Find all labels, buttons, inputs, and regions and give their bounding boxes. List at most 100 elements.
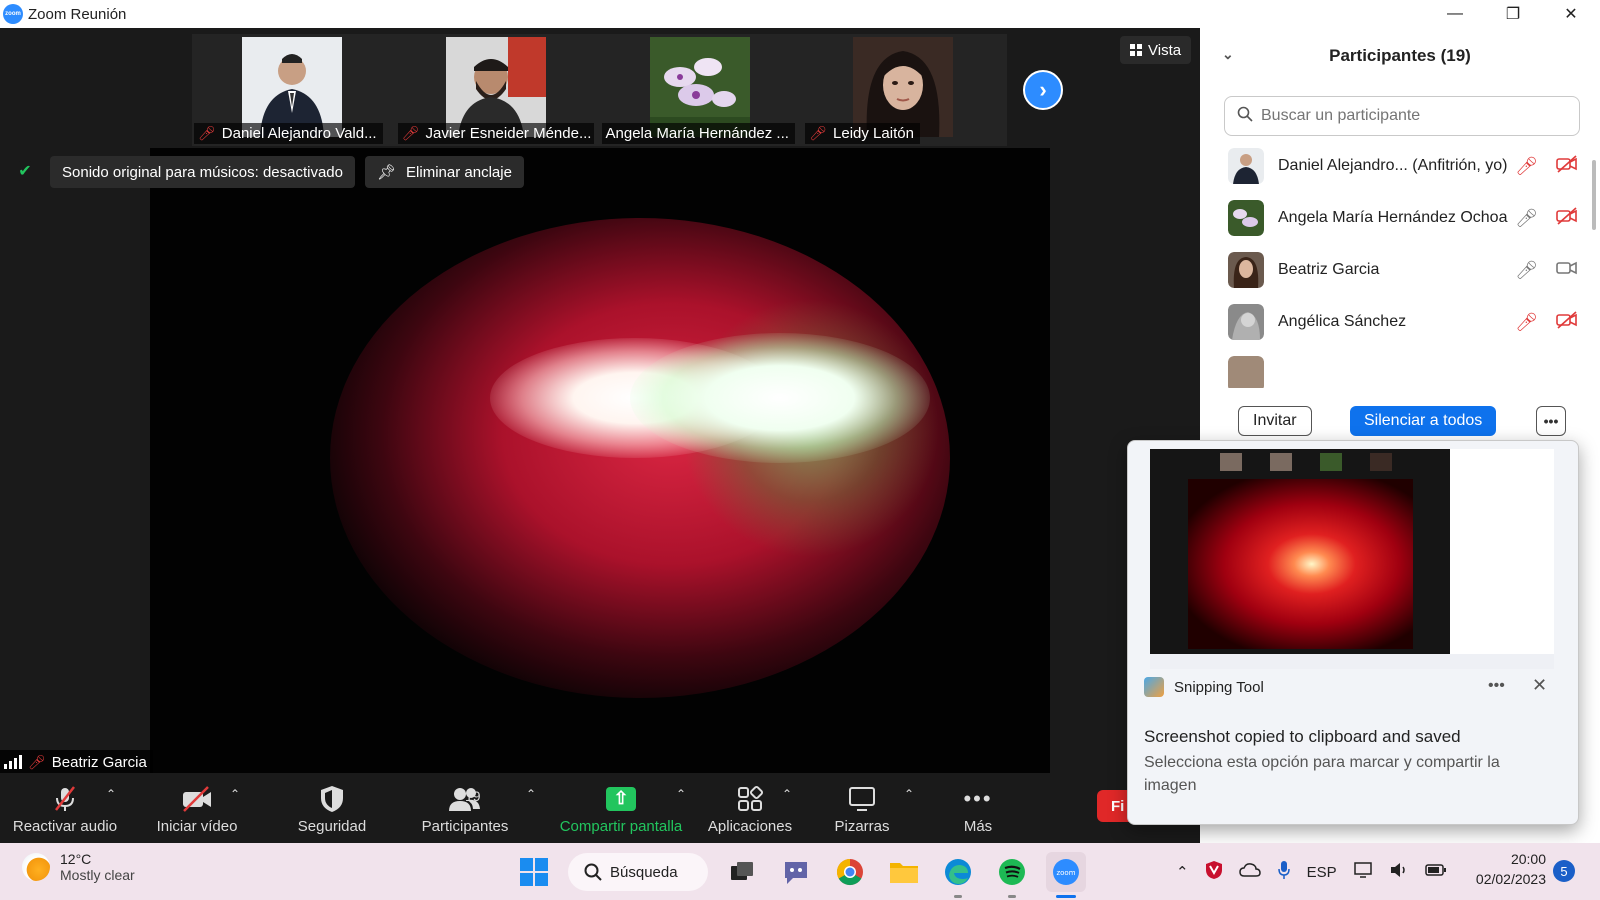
edge-icon[interactable] [938,852,978,898]
meeting-toolbar: Reactivar audio ⌃ Iniciar vídeo ⌃ Seguri… [0,773,1200,843]
whiteboards-button[interactable]: Pizarras [812,773,912,843]
unmute-label: Reactivar audio [12,817,118,835]
participant-name: Angélica Sánchez [1278,313,1407,330]
weather-widget[interactable]: 12°C Mostly clear [22,851,135,883]
start-video-button[interactable]: Iniciar vídeo [142,773,252,843]
participant-row[interactable]: Angélica Sánchez 🎤︎ [1224,296,1580,348]
window-title: Zoom Reunión [28,5,127,23]
notification-badge[interactable]: 5 [1553,860,1575,882]
participant-photo [853,37,954,137]
gallery-strip: 🎤︎ Daniel Alejandro Vald... 🎤︎ Javier Es… [192,34,1007,146]
unmute-button[interactable]: Reactivar audio [10,773,120,843]
chevron-up-icon[interactable]: ⌃ [526,787,536,801]
close-icon[interactable]: ✕ [1532,675,1547,696]
view-button[interactable]: Vista [1120,36,1192,64]
chrome-icon[interactable] [830,852,870,892]
thumbnail-name: Angela María Hernández ... [605,125,789,142]
restore-button[interactable]: ❐ [1484,0,1542,28]
video-off-icon[interactable] [1556,154,1578,178]
grid-icon [1130,44,1142,56]
participants-label: Participantes [421,817,509,835]
video-off-icon [180,782,214,816]
more-dots-icon: ••• [963,785,993,811]
mic-muted-icon[interactable]: 🎤︎ [1515,312,1538,333]
participant-name: Angela María Hernández Ochoa [1278,209,1508,226]
security-button[interactable]: Seguridad [282,773,382,843]
apps-button[interactable]: Aplicaciones [700,773,800,843]
chevron-up-icon[interactable]: ⌃ [676,787,686,801]
toast-app-name: Snipping Tool [1174,678,1264,696]
participant-search[interactable] [1224,96,1580,136]
taskbar-clock[interactable]: 20:00 02/02/2023 [1466,849,1546,889]
participant-thumbnail[interactable]: 🎤︎ Javier Esneider Ménde... [395,34,596,146]
participant-row[interactable]: Beatriz Garcia 🎤︎ [1224,244,1580,296]
pin-icon: 📌︎ [377,164,397,181]
thumbnail-name: Leidy Laitón [833,125,914,142]
video-off-icon[interactable] [1556,310,1578,334]
participant-thumbnail[interactable]: Angela María Hernández ... [599,34,800,146]
mic-muted-icon: 🎤︎ [198,125,216,141]
more-options-icon[interactable]: ••• [1488,677,1505,695]
file-explorer-icon[interactable] [884,852,924,892]
volume-icon[interactable] [1389,861,1409,883]
screenshot-preview[interactable] [1150,449,1554,669]
participant-row[interactable]: Angela María Hernández Ochoa 🎤︎ [1224,192,1580,244]
chevron-down-icon[interactable]: ⌄ [1222,46,1234,63]
people-icon: 19 [425,782,505,816]
close-button[interactable]: ✕ [1542,0,1600,28]
antivirus-icon[interactable] [1205,860,1223,884]
battery-icon[interactable] [1424,863,1447,881]
search-icon [584,863,602,881]
minimize-button[interactable]: — [1426,0,1484,28]
participant-search-input[interactable] [1261,107,1561,125]
snipping-tool-icon [1144,677,1164,697]
zoom-app-icon[interactable]: zoom [1046,852,1086,898]
avatar [1228,252,1264,288]
language-indicator[interactable]: ESP [1307,864,1337,881]
video-off-icon[interactable] [1556,206,1578,230]
unpin-button[interactable]: 📌︎ Eliminar anclaje [365,156,524,188]
spotify-icon[interactable] [992,852,1032,898]
start-button[interactable] [514,852,554,892]
snipping-tool-notification[interactable]: Snipping Tool ••• ✕ Screenshot copied to… [1127,440,1579,825]
windows-logo-icon [520,858,548,886]
mic-muted-icon[interactable]: 🎤︎ [1515,156,1538,177]
original-sound-notice: Sonido original para músicos: desactivad… [50,156,355,188]
mic-icon[interactable]: 🎤︎ [1515,260,1538,281]
avatar [1228,200,1264,236]
video-icon[interactable] [1556,259,1578,282]
original-sound-text: Sonido original para músicos: desactivad… [62,163,343,181]
taskbar-search[interactable]: Búsqueda [568,853,708,891]
weather-condition: Mostly clear [60,867,135,883]
whiteboard-icon [847,782,877,816]
more-button[interactable]: ••• Más [938,773,1018,843]
apps-icon [736,782,764,816]
participant-thumbnail[interactable]: 🎤︎ Daniel Alejandro Vald... [192,34,392,146]
search-icon [1237,106,1253,127]
microphone-icon[interactable] [1277,860,1291,884]
task-view-icon[interactable] [722,852,762,892]
participant-photo [649,37,750,137]
teams-chat-icon[interactable] [776,852,816,892]
shield-check-icon: ✔ [14,160,36,182]
chevron-up-icon[interactable]: ⌃ [782,787,792,801]
chevron-up-icon[interactable]: ⌃ [1176,863,1189,881]
invite-button[interactable]: Invitar [1238,406,1312,436]
mute-all-button[interactable]: Silenciar a todos [1350,406,1497,436]
chevron-up-icon[interactable]: ⌃ [106,787,116,801]
participant-thumbnail[interactable]: 🎤︎ Leidy Laitón [803,34,1003,146]
toast-body: Selecciona esta opción para marcar y com… [1144,754,1500,794]
chevron-up-icon[interactable]: ⌃ [904,787,914,801]
mic-icon[interactable]: 🎤︎ [1515,208,1538,229]
next-page-button[interactable]: › [1023,70,1063,110]
chevron-up-icon[interactable]: ⌃ [230,787,240,801]
participant-row[interactable] [1224,348,1580,388]
network-icon[interactable] [1353,861,1373,883]
onedrive-cloud-icon[interactable] [1238,862,1261,882]
more-options-button[interactable]: ••• [1536,406,1566,436]
panel-scrollbar[interactable] [1592,160,1596,230]
mic-muted-icon: 🎤︎ [809,125,828,141]
share-screen-button[interactable]: ⇧ Compartir pantalla [552,773,690,843]
participant-row[interactable]: Daniel Alejandro... (Anfitrión, yo) 🎤︎ [1224,140,1580,192]
participants-button[interactable]: 19 Participantes [410,773,520,843]
